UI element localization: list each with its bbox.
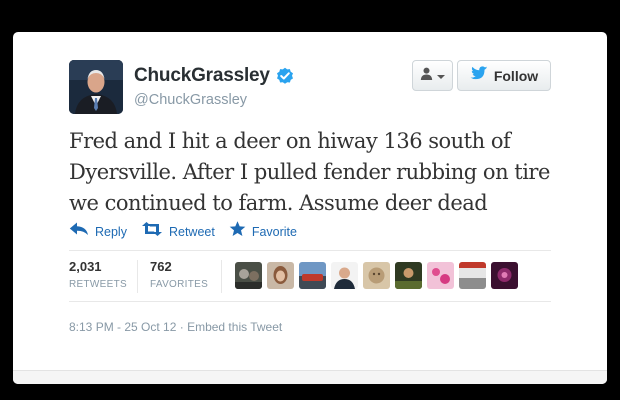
- retweets-stat[interactable]: 2,031 RETWEETS: [69, 259, 127, 290]
- user-actions-dropdown-button[interactable]: [412, 60, 453, 91]
- stat-separator: [221, 260, 222, 293]
- reply-label: Reply: [95, 224, 127, 239]
- user-avatar[interactable]: [235, 262, 262, 289]
- user-avatar[interactable]: [491, 262, 518, 289]
- star-icon: [229, 221, 246, 242]
- favorites-label: FAVORITES: [150, 279, 209, 290]
- divider-bottom: [69, 301, 551, 302]
- user-avatar[interactable]: [299, 262, 326, 289]
- follow-button[interactable]: Follow: [457, 60, 551, 91]
- bird-icon: [470, 65, 488, 86]
- user-avatar[interactable]: [427, 262, 454, 289]
- retweet-icon: [141, 222, 163, 241]
- favorite-action[interactable]: Favorite: [229, 221, 297, 242]
- favorites-count: 762: [150, 259, 172, 274]
- display-name[interactable]: ChuckGrassley: [134, 65, 270, 87]
- reply-action[interactable]: Reply: [69, 222, 127, 241]
- user-avatar[interactable]: [459, 262, 486, 289]
- user-avatar[interactable]: [267, 262, 294, 289]
- user-avatar[interactable]: [363, 262, 390, 289]
- retweet-action[interactable]: Retweet: [141, 222, 215, 241]
- verified-badge-icon: [276, 67, 294, 85]
- username-handle[interactable]: @ChuckGrassley: [134, 92, 247, 108]
- retweets-label: RETWEETS: [69, 279, 127, 290]
- caret-down-icon: [437, 67, 445, 85]
- favorites-stat[interactable]: 762 FAVORITES: [150, 259, 208, 290]
- tweet-card: ChuckGrassley @ChuckGrassley Follow Fred…: [13, 32, 607, 384]
- retweeter-avatars: [235, 262, 518, 289]
- tweet-actions: Reply Retweet Favorite: [69, 221, 311, 242]
- embed-tweet-link[interactable]: Embed this Tweet: [187, 320, 282, 334]
- reply-arrow-icon: [69, 222, 89, 241]
- retweet-label: Retweet: [168, 224, 215, 239]
- card-footer: [13, 370, 607, 384]
- person-icon: [420, 67, 433, 85]
- favorite-label: Favorite: [251, 224, 297, 239]
- name-row: ChuckGrassley: [134, 65, 294, 87]
- user-avatar[interactable]: [395, 262, 422, 289]
- stat-separator: [137, 260, 138, 293]
- avatar[interactable]: [69, 60, 123, 114]
- tweet-meta: 8:13 PM - 25 Oct 12 · Embed this Tweet: [69, 320, 282, 334]
- timestamp-link[interactable]: 8:13 PM - 25 Oct 12: [69, 320, 176, 334]
- tweet-text: Fred and I hit a deer on hiway 136 south…: [69, 129, 550, 215]
- meta-separator: ·: [179, 320, 184, 334]
- retweets-count: 2,031: [69, 259, 102, 274]
- user-avatar[interactable]: [331, 262, 358, 289]
- follow-label: Follow: [493, 67, 539, 84]
- divider-top: [69, 250, 551, 251]
